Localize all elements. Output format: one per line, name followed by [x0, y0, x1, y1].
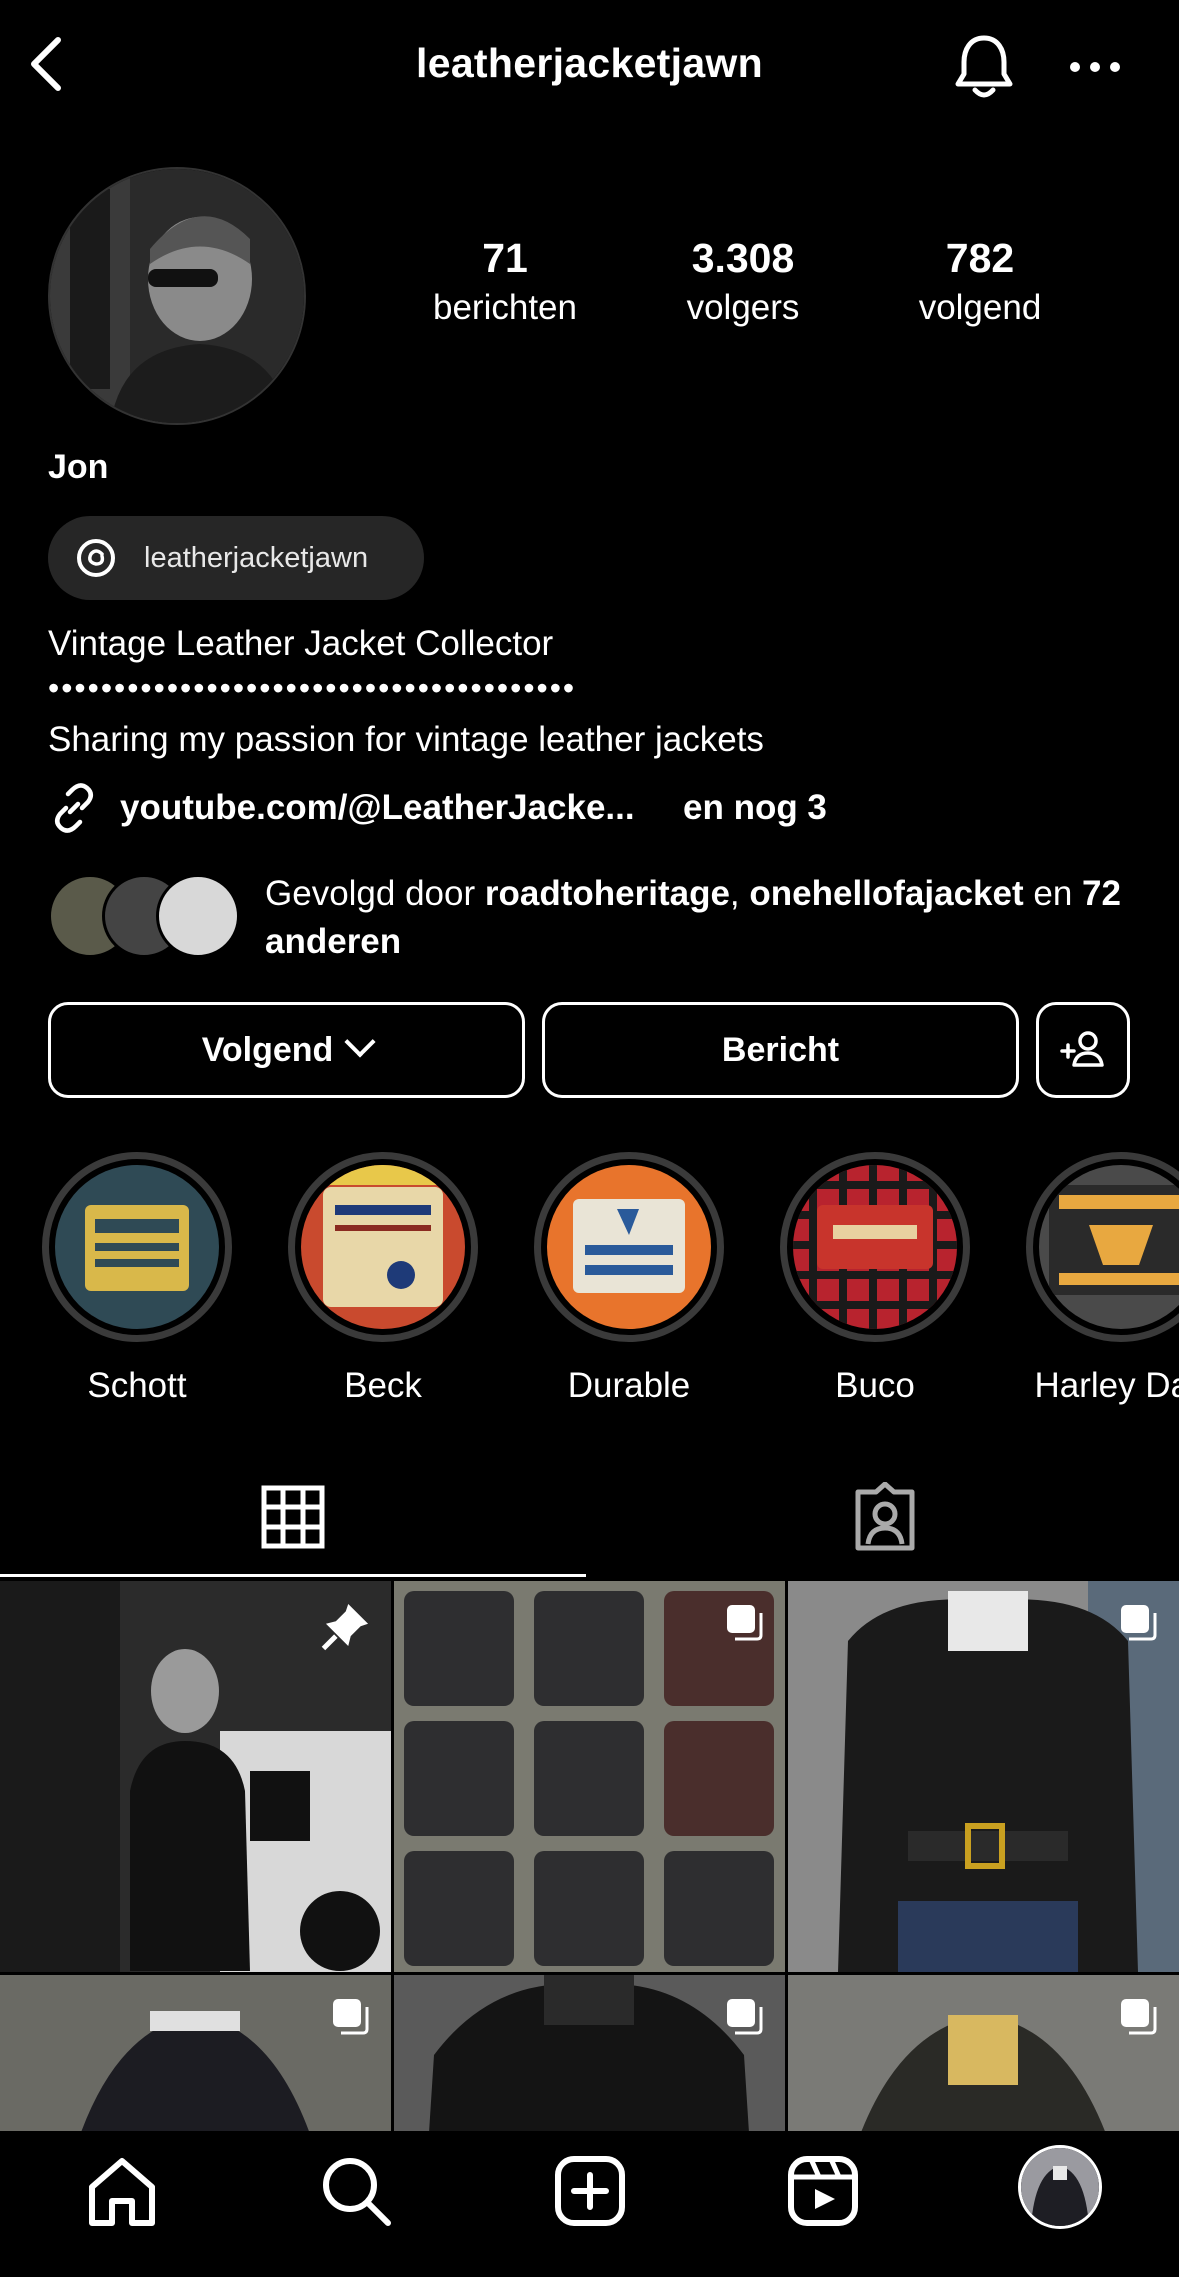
stat-posts[interactable]: 71 berichten: [395, 235, 615, 328]
profile-stats: 71 berichten 3.308 volgers 782 volgend: [430, 235, 1110, 335]
stat-value: 782: [945, 235, 1015, 281]
highlight-label: Harley Dav: [1034, 1366, 1179, 1405]
highlight-image: [1039, 1165, 1179, 1329]
following-label: Volgend: [201, 1031, 334, 1069]
create-icon[interactable]: [550, 2151, 630, 2231]
mutual-name: onehellofajacket: [749, 874, 1024, 913]
highlight-buco[interactable]: Buco: [777, 1152, 973, 1406]
carousel-icon: [727, 1999, 763, 2035]
mutual-followers[interactable]: Gevolgd door roadtoheritage, onehellofaj…: [48, 870, 1168, 970]
link-text[interactable]: youtube.com/@LeatherJacke...: [120, 788, 635, 828]
stat-followers[interactable]: 3.308 volgers: [633, 235, 853, 328]
mutual-separator: ,: [729, 874, 750, 913]
bio-dots: ••••••••••••••••••••••••••••••••••••••••: [48, 670, 577, 706]
highlight-ring: [288, 1152, 478, 1342]
highlight-image: [55, 1165, 219, 1329]
carousel-icon: [727, 1605, 763, 1641]
tab-tagged[interactable]: [590, 1460, 1179, 1577]
post-tile[interactable]: [788, 1581, 1179, 1972]
tab-posts-grid[interactable]: [0, 1460, 586, 1577]
mutual-prefix: Gevolgd door: [265, 874, 485, 913]
post-tile[interactable]: [394, 1975, 785, 2131]
profile-avatar[interactable]: [48, 167, 306, 425]
mutual-name: roadtoheritage: [484, 874, 730, 913]
add-user-icon: [1060, 1031, 1104, 1067]
carousel-icon: [1121, 1999, 1157, 2035]
highlight-beck[interactable]: Beck: [285, 1152, 481, 1406]
highlight-image: [301, 1165, 465, 1329]
highlight-label: Schott: [87, 1366, 187, 1405]
stat-value: 3.308: [691, 235, 795, 281]
threads-handle: leatherjacketjawn: [144, 542, 369, 574]
mutual-text: Gevolgd door roadtoheritage, onehellofaj…: [265, 870, 1165, 966]
posts-grid: [0, 1581, 1179, 2131]
stat-following[interactable]: 782 volgend: [870, 235, 1090, 328]
content-tabs: [0, 1460, 1179, 1580]
grid-icon: [261, 1485, 325, 1549]
message-label: Bericht: [721, 1031, 840, 1069]
mutual-avatar: [156, 874, 240, 958]
bio-line: Sharing my passion for vintage leather j…: [48, 720, 764, 759]
highlight-label: Beck: [344, 1366, 422, 1405]
top-bar: leatherjacketjawn: [0, 0, 1179, 130]
pin-icon: [321, 1603, 369, 1651]
stat-label: volgend: [918, 288, 1042, 327]
bell-icon[interactable]: [950, 30, 1018, 102]
carousel-icon: [333, 1999, 369, 2035]
reels-icon[interactable]: [783, 2151, 863, 2231]
highlight-label: Durable: [567, 1366, 691, 1405]
highlight-image: [793, 1165, 957, 1329]
bio-line: Vintage Leather Jacket Collector: [48, 624, 554, 663]
highlight-image: [547, 1165, 711, 1329]
chevron-down-icon: [344, 1026, 376, 1058]
highlight-ring: [534, 1152, 724, 1342]
post-tile[interactable]: [394, 1581, 785, 1972]
highlight-ring: [1026, 1152, 1179, 1342]
display-name: Jon: [48, 448, 109, 486]
stat-value: 71: [482, 235, 528, 281]
mutual-avatars: [48, 874, 248, 960]
bio-link[interactable]: youtube.com/@LeatherJacke... en nog 3: [48, 780, 1148, 836]
message-button[interactable]: Bericht: [542, 1002, 1019, 1098]
tagged-icon: [855, 1482, 915, 1551]
profile-avatar[interactable]: [1018, 2145, 1102, 2229]
highlight-label: Buco: [835, 1366, 915, 1405]
link-icon: [55, 783, 93, 833]
stat-label: volgers: [686, 288, 800, 327]
highlight-ring: [780, 1152, 970, 1342]
link-more[interactable]: en nog 3: [683, 788, 827, 828]
stat-label: berichten: [433, 288, 577, 327]
suggest-users-button[interactable]: [1036, 1002, 1130, 1098]
more-icon[interactable]: [1068, 50, 1122, 84]
post-tile[interactable]: [0, 1975, 391, 2131]
highlight-schott[interactable]: Schott: [39, 1152, 235, 1406]
threads-badge[interactable]: leatherjacketjawn: [48, 516, 424, 600]
mutual-conjunction: en: [1023, 874, 1083, 913]
threads-icon: [77, 539, 115, 577]
highlight-harley-davidson[interactable]: Harley Dav: [1023, 1152, 1179, 1406]
carousel-icon: [1121, 1605, 1157, 1641]
post-tile-pinned[interactable]: [0, 1581, 391, 1972]
search-icon[interactable]: [316, 2151, 396, 2231]
highlight-ring: [42, 1152, 232, 1342]
highlight-durable[interactable]: Durable: [531, 1152, 727, 1406]
following-button[interactable]: Volgend: [48, 1002, 525, 1098]
active-tab-indicator: [0, 1574, 586, 1577]
post-tile[interactable]: [788, 1975, 1179, 2131]
bottom-navigation: [0, 2131, 1179, 2277]
home-icon[interactable]: [82, 2151, 162, 2231]
